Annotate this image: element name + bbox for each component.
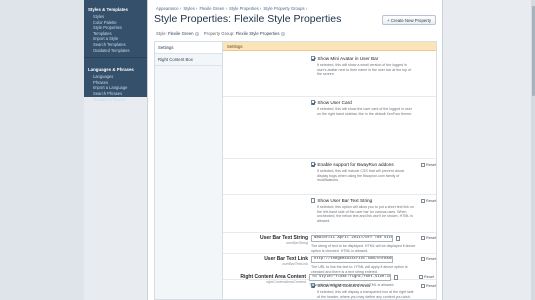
breadcrumb-style-properties[interactable]: Style Properties › (229, 6, 261, 11)
text-string-input[interactable]: New<br>11 April 2011</br> The site h (311, 235, 393, 242)
user-card-checkbox[interactable] (311, 100, 316, 105)
text-link-reset-checkbox[interactable] (421, 256, 425, 261)
right-area-sublabel: rightContentAreaContent (266, 280, 306, 284)
sidebar-divider (84, 57, 147, 59)
bwayrun-label: Enable support for BwayRun addons (317, 162, 394, 167)
bwayrun-description: If selected, this will include CSS that … (317, 169, 404, 182)
reset-label: Reset (426, 198, 437, 203)
left-margin (0, 0, 84, 300)
option-row-text-string: User Bar Text String userBarString New<b… (223, 233, 436, 254)
scrollbar-thumb[interactable] (531, 6, 535, 96)
right-margin (443, 0, 535, 300)
user-bar-text-label: Show User Bar Text String (317, 198, 373, 203)
filter-row: Style: Flexile Green ▾ Property Group: Fl… (156, 31, 286, 37)
sidebar-heading-languages: Languages & Phrases (88, 67, 134, 73)
user-card-description: If selected, this will show the user car… (317, 107, 413, 116)
sidebar-item-outdated-templates[interactable]: Outdated Templates (88, 48, 143, 54)
reset-label: Reset (424, 274, 435, 279)
user-card-label: Show User Card (317, 100, 352, 105)
right-area-html-checkbox[interactable] (394, 275, 399, 280)
admin-sidebar: Styles & Templates Styles Color Palette … (84, 0, 147, 102)
chevron-down-icon[interactable]: ▾ (194, 31, 200, 37)
mini-avatar-checkbox[interactable] (311, 56, 316, 61)
sidebar-item-outdated-phrases[interactable]: Outdated Phrases (88, 97, 143, 103)
mini-avatar-label: Show Mini Avatar in User Bar (317, 56, 379, 61)
reset-label: Reset (426, 235, 437, 240)
text-string-description: The string of text to be displayed. HTML… (311, 244, 416, 253)
option-row-user-bar-text: Show User Bar Text String If selected, t… (223, 195, 436, 233)
reset-label: Reset (426, 256, 437, 261)
user-bar-text-checkbox[interactable] (311, 198, 316, 203)
option-row-bwayrun: Enable support for BwayRun addons If sel… (223, 159, 436, 195)
breadcrumb-styles[interactable]: Styles › (183, 6, 197, 11)
page-title: Style Properties: Flexile Style Properti… (154, 13, 342, 25)
user-bar-text-description: If selected, this option will allow you … (317, 205, 414, 223)
group-filter-value[interactable]: Flexile Style Properties (236, 31, 280, 36)
breadcrumb: Appearance › Styles › Flexile Green › St… (156, 6, 308, 11)
right-area-description: The content to be shown in the box. HTML… (309, 283, 395, 287)
option-row-mini-avatar: Show Mini Avatar in User Bar If selected… (223, 53, 436, 97)
text-string-html-checkbox[interactable] (396, 236, 401, 241)
text-link-input[interactable]: http://thegeekdistrict.com/threads/ (311, 256, 393, 263)
tab-right-content-box[interactable]: Right Content Box (155, 54, 222, 66)
option-row-user-card: Show User Card If selected, this will sh… (223, 97, 436, 159)
text-link-sublabel: userBarTextLink (282, 262, 308, 266)
reset-label: Reset (426, 162, 437, 167)
settings-area: Settings Show Mini Avatar in User Bar If… (223, 42, 436, 299)
tab-settings[interactable]: Settings (155, 42, 222, 54)
properties-frame: Settings Right Content Box Settings Show… (154, 41, 437, 300)
settings-header: Settings (223, 42, 436, 51)
breadcrumb-property-groups[interactable]: Style Property Groups › (263, 6, 307, 11)
user-bar-text-reset-checkbox[interactable] (421, 198, 425, 203)
bwayrun-reset-checkbox[interactable] (421, 162, 425, 167)
option-row-right-area: Right Content Area Content rightContentA… (221, 271, 434, 300)
breadcrumb-appearance[interactable]: Appearance › (156, 6, 181, 11)
breadcrumb-flexile-green[interactable]: Flexile Green › (199, 6, 226, 11)
page-scrollbar[interactable] (531, 0, 535, 300)
property-tabs: Settings Right Content Box (155, 42, 223, 299)
create-new-property-button[interactable]: + Create New Property (382, 15, 436, 25)
style-filter-value[interactable]: Flexile Green (168, 31, 194, 36)
sidebar-heading-styles: Styles & Templates (88, 7, 128, 12)
right-area-reset-checkbox[interactable] (419, 274, 423, 279)
chevron-down-icon[interactable]: ▾ (280, 31, 286, 37)
bwayrun-checkbox[interactable] (311, 162, 316, 167)
group-filter-label: Property Group: (203, 31, 235, 36)
text-string-reset-checkbox[interactable] (421, 235, 425, 240)
text-string-sublabel: userBarString (286, 241, 308, 245)
style-filter-label: Style: (156, 31, 167, 36)
right-area-input[interactable]: <b style="float:right;font-size:10pt;"> (309, 274, 391, 281)
mini-avatar-description: If selected, this will show a small vers… (317, 63, 412, 76)
main-panel: Appearance › Styles › Flexile Green › St… (147, 0, 443, 300)
